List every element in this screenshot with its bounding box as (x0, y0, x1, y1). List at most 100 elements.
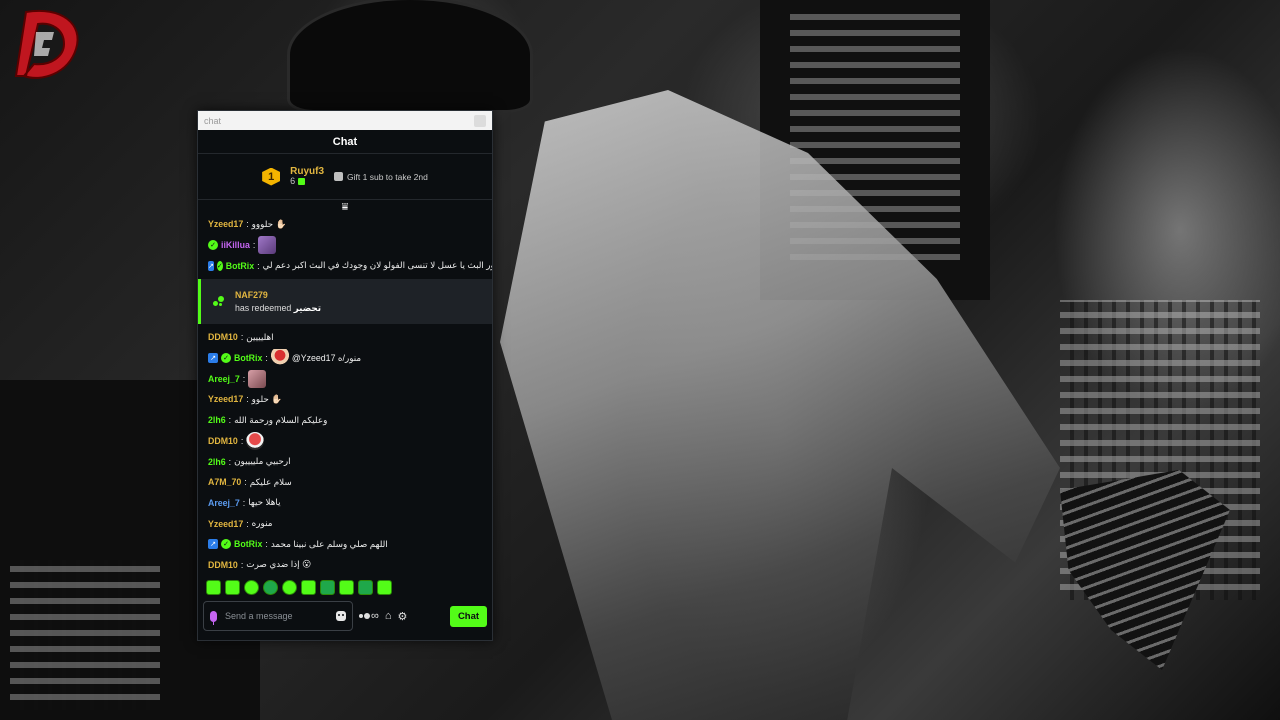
emote-image[interactable] (246, 431, 265, 450)
store-icon[interactable]: ⌂ (385, 610, 392, 622)
message-username[interactable]: Areej_7 (208, 374, 240, 384)
emote-image[interactable] (248, 369, 267, 388)
redeem-event: NAF279 has redeemed تحضير (198, 279, 492, 325)
leader-username[interactable]: Ruyuf3 (290, 166, 324, 177)
message-text: ياهلا حيها (248, 497, 281, 508)
message-text: وعليكم السلام ورحمة الله (234, 414, 328, 425)
settings-gear-icon[interactable]: ⚙ (398, 610, 408, 623)
message-username[interactable]: DDM10 (208, 332, 238, 342)
message-colon: : (257, 260, 260, 271)
quick-emote-bar (198, 576, 492, 598)
gift-box-icon (334, 172, 344, 181)
leader-info: Ruyuf3 6 (290, 166, 324, 187)
redeem-body: NAF279 has redeemed تحضير (235, 289, 321, 314)
gift-icon (298, 178, 306, 186)
chat-message: Areej_7: ياهلا حيها (198, 493, 492, 514)
emote-9[interactable] (358, 579, 373, 595)
message-text: سلام عليكم (249, 476, 292, 487)
emoji-picker-icon[interactable] (336, 611, 346, 621)
message-text: اللهم صلي وسلم على نبينا محمد (270, 538, 388, 549)
message-text: اهليييين (246, 331, 274, 342)
emote-2[interactable] (225, 579, 240, 595)
message-username[interactable]: Yzeed17 (208, 519, 243, 529)
emote-5[interactable] (282, 579, 297, 595)
message-colon: : (242, 497, 246, 508)
message-colon: : (240, 435, 244, 446)
message-username[interactable]: Yzeed17 (208, 219, 243, 229)
message-input[interactable]: Send a message (203, 601, 353, 631)
message-username[interactable]: BotRix (234, 353, 262, 363)
message-colon: : (246, 219, 249, 230)
verified-badge-icon: ✓ (208, 240, 218, 251)
chat-message: ↗ ✓ BotRix: @Yzeed17 منور/ه (198, 348, 492, 369)
message-username[interactable]: BotRix (234, 539, 262, 549)
emote-image[interactable] (258, 236, 277, 255)
channel-points-icon (213, 295, 225, 308)
microphone-icon[interactable] (210, 610, 217, 625)
emote-10[interactable] (377, 579, 392, 595)
bot-badge-icon: ↗ (208, 353, 218, 364)
message-text: إذا ضدي صرت 😮 (246, 559, 312, 570)
window-close-icon[interactable] (474, 114, 486, 127)
chat-window: chat Chat 1 Ruyuf3 6 Gift 1 sub to take … (197, 110, 493, 641)
verified-badge-icon: ✓ (216, 260, 223, 271)
chat-message: Yzeed17: منوره (198, 513, 492, 534)
message-username[interactable]: A7M_70 (208, 477, 241, 487)
message-colon: : (246, 518, 249, 529)
chat-message: A7M_70: سلام عليكم (198, 472, 492, 493)
emote-1[interactable] (206, 579, 221, 595)
message-list: Yzeed17: حلووو ✋🏻 ✓ iiKillua: ↗ ✓ BotRix: منور … (198, 214, 492, 576)
window-title-bar[interactable]: chat (198, 111, 492, 130)
verified-badge-icon: ✓ (221, 353, 231, 364)
emote-6[interactable] (301, 579, 316, 595)
rank-badge: 1 (262, 167, 281, 186)
emote-4[interactable] (263, 579, 278, 595)
message-username[interactable]: BotRix (226, 261, 254, 271)
message-colon: : (246, 394, 249, 405)
chat-header: Chat (198, 130, 492, 154)
message-placeholder[interactable]: Send a message (225, 611, 328, 621)
verified-badge-icon: ✓ (221, 539, 231, 550)
gift-sub-text: Gift 1 sub to take 2nd (347, 171, 428, 182)
message-colon: : (265, 353, 268, 364)
message-colon: : (252, 240, 256, 251)
message-username[interactable]: 2lh6 (208, 415, 226, 425)
redeem-verb: has redeemed (235, 302, 292, 313)
message-username[interactable]: Areej_7 (208, 498, 240, 508)
chat-message: 2lh6: ارحبيي ملييييون (198, 451, 492, 472)
emote-3[interactable] (244, 579, 259, 595)
channel-logo-icon (14, 9, 79, 79)
emote-image[interactable] (270, 349, 289, 368)
chat-input-row: Send a message ∞ ⌂ ⚙ Chat (198, 598, 492, 634)
channel-points-icon[interactable]: ∞ (359, 610, 379, 622)
chat-message: DDM10: اهليييين (198, 327, 492, 348)
gift-leaderboard[interactable]: 1 Ruyuf3 6 Gift 1 sub to take 2nd (198, 154, 492, 200)
redeem-line: has redeemed تحضير (235, 302, 321, 314)
message-text: حلووو ✋🏻 (251, 218, 287, 229)
chat-message: ↗ ✓ BotRix: اللهم صلي وسلم على نبينا محمد (198, 534, 492, 555)
redeem-username[interactable]: NAF279 (235, 289, 321, 301)
redeem-reward-name: تحضير (293, 302, 322, 313)
send-chat-button[interactable]: Chat (450, 605, 487, 627)
emote-7[interactable] (320, 579, 335, 595)
message-text: @Yzeed17 منور/ه (291, 352, 362, 363)
message-colon: : (240, 332, 244, 343)
message-username[interactable]: Yzeed17 (208, 394, 243, 404)
bot-badge-icon: ↗ (208, 539, 218, 550)
collapse-leaderboard-icon[interactable]: ⩸ (198, 200, 492, 214)
message-colon: : (265, 539, 268, 550)
emote-8[interactable] (339, 579, 354, 595)
fedora-hat (290, 0, 530, 110)
message-username[interactable]: iiKillua (221, 240, 250, 250)
message-username[interactable]: 2lh6 (208, 457, 226, 467)
message-colon: : (242, 373, 246, 384)
message-colon: : (240, 559, 244, 570)
gift-sub-prompt[interactable]: Gift 1 sub to take 2nd (334, 172, 428, 182)
message-username[interactable]: DDM10 (208, 560, 238, 570)
message-text: ارحبيي ملييييون (234, 456, 291, 467)
gloved-hand (1060, 470, 1230, 670)
leader-count-value: 6 (290, 176, 296, 187)
message-username[interactable]: DDM10 (208, 436, 238, 446)
message-text: منوره (251, 518, 273, 529)
chat-message: 2lh6: وعليكم السلام ورحمة الله (198, 410, 492, 431)
